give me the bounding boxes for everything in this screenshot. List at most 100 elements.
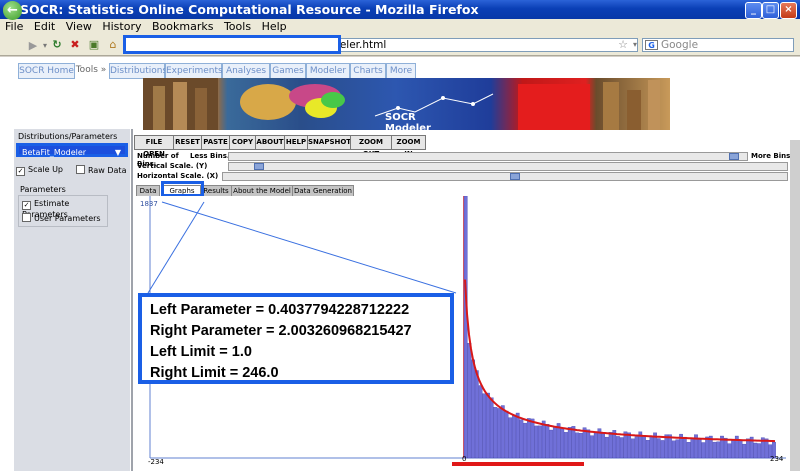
- histogram-bar: [497, 408, 501, 459]
- histogram-bar: [493, 407, 498, 459]
- search-input[interactable]: Google: [642, 38, 794, 52]
- tab-more[interactable]: More: [386, 63, 416, 79]
- histogram-bar: [634, 436, 639, 459]
- histogram-bar: [742, 443, 747, 459]
- histogram-bar: [467, 343, 472, 459]
- histogram-bar: [545, 424, 550, 459]
- stop-icon[interactable]: ✖: [68, 37, 82, 53]
- back-button[interactable]: ←: [3, 1, 22, 20]
- paste-button[interactable]: PASTE: [201, 135, 230, 150]
- histogram-bar: [601, 433, 605, 459]
- checkbox-icon: [22, 213, 31, 222]
- reload-icon[interactable]: ↻: [50, 37, 64, 53]
- tab-games[interactable]: Games: [270, 63, 306, 79]
- histogram-bar: [552, 426, 557, 459]
- histogram-bar: [645, 440, 650, 459]
- histogram-bar: [512, 414, 516, 459]
- menu-view[interactable]: View: [66, 20, 92, 33]
- horizontal-scale-thumb[interactable]: [510, 173, 520, 180]
- histogram-bar: [567, 427, 572, 459]
- tab-charts[interactable]: Charts: [350, 63, 386, 79]
- tab-experiments[interactable]: Experiments: [165, 63, 223, 79]
- forward-button[interactable]: ▶: [26, 38, 40, 54]
- histogram-bar: [482, 393, 487, 459]
- histogram-bar: [500, 405, 505, 459]
- histogram-bar: [727, 443, 732, 459]
- reset-button[interactable]: RESET: [173, 135, 202, 150]
- scale-up-checkbox[interactable]: ✓ Scale Up: [16, 165, 76, 177]
- histogram-bar: [630, 438, 635, 459]
- vertical-scrollbar[interactable]: [790, 140, 800, 471]
- tab-socr-home[interactable]: SOCR Home: [18, 63, 75, 79]
- histogram-bar: [757, 443, 761, 459]
- star-bookmark-icon[interactable]: ☆: [617, 37, 629, 53]
- histogram-bar: [690, 438, 695, 459]
- histogram-bar: [697, 439, 702, 459]
- histogram-bar: [530, 418, 535, 459]
- horizontal-scale-label: Horizontal Scale. (X): [137, 172, 219, 180]
- histogram-bar: [556, 423, 561, 459]
- snapshot-button[interactable]: SNAPSHOT: [307, 135, 351, 150]
- horizontal-scale-slider[interactable]: [222, 172, 788, 181]
- zoom-in-button[interactable]: ZOOM IN: [391, 135, 426, 158]
- home-icon[interactable]: ⌂: [106, 37, 120, 53]
- search-engine-icon[interactable]: G: [645, 40, 658, 50]
- vertical-scale-slider[interactable]: [228, 162, 788, 171]
- url-dropdown-icon[interactable]: ▾: [630, 37, 640, 53]
- minimize-button[interactable]: _: [745, 2, 762, 19]
- x-right-label: 234: [770, 455, 784, 463]
- menu-history[interactable]: History: [102, 20, 141, 33]
- callout-line: [147, 201, 205, 294]
- banner-title: SOCR Modeler: [385, 112, 431, 134]
- histogram-bar: [508, 417, 513, 459]
- user-parameters-checkbox[interactable]: User Parameters: [22, 213, 108, 224]
- tab-distributions[interactable]: Distributions: [109, 63, 167, 79]
- help-button[interactable]: HELP: [284, 135, 308, 150]
- bookmark-add-icon[interactable]: ▣: [86, 37, 102, 53]
- histogram-bar: [701, 442, 706, 459]
- scale-up-label: Scale Up: [28, 165, 63, 174]
- histogram-bar: [604, 436, 609, 459]
- vertical-scale-thumb[interactable]: [254, 163, 264, 170]
- distribution-select[interactable]: BetaFit_Modeler ▼: [16, 143, 128, 157]
- menu-bar: File Edit View History Bookmarks Tools H…: [0, 19, 800, 34]
- histogram-bar: [675, 439, 680, 459]
- about-button[interactable]: ABOUT: [255, 135, 285, 150]
- bins-slider-thumb[interactable]: [729, 153, 739, 160]
- left-parameter-text: Left Parameter = 0.4037794228712222: [150, 302, 410, 318]
- copy-button[interactable]: COPY: [229, 135, 256, 150]
- tab-modeler[interactable]: Modeler: [306, 63, 350, 79]
- histogram-bar: [593, 432, 598, 459]
- callout-line: [161, 201, 457, 294]
- estimate-parameters-checkbox[interactable]: ✓ Estimate Parameters: [22, 199, 108, 219]
- maximize-button[interactable]: □: [762, 2, 779, 19]
- menu-bookmarks[interactable]: Bookmarks: [152, 20, 213, 33]
- checkbox-icon: [76, 165, 85, 174]
- close-button[interactable]: ×: [780, 2, 797, 19]
- file-open-button[interactable]: FILE OPEN: [134, 135, 174, 158]
- menu-file[interactable]: File: [5, 20, 23, 33]
- tab-tools[interactable]: Tools »: [75, 63, 107, 77]
- split-pane-divider[interactable]: [131, 129, 133, 471]
- chevron-down-icon: ▼: [114, 148, 121, 157]
- histogram-bar: [478, 385, 483, 459]
- histogram-bar: [571, 426, 576, 459]
- raw-data-checkbox[interactable]: Raw Data: [76, 165, 131, 177]
- history-dropdown-icon[interactable]: ▾: [40, 38, 50, 54]
- histogram-bar: [723, 437, 728, 459]
- histogram-bar: [486, 392, 490, 459]
- menu-tools[interactable]: Tools: [224, 20, 251, 33]
- x-left-label: -234: [148, 458, 164, 466]
- zoom-out-button[interactable]: ZOOM OUT: [350, 135, 392, 158]
- right-limit-text: Right Limit = 246.0: [150, 365, 279, 381]
- tab-analyses[interactable]: Analyses: [222, 63, 270, 79]
- menu-help[interactable]: Help: [262, 20, 287, 33]
- parameter-annotation-box: Left Parameter = 0.4037794228712222 Righ…: [138, 293, 454, 384]
- bins-slider[interactable]: [228, 152, 748, 161]
- histogram-bar: [534, 425, 539, 459]
- histogram-bar: [627, 432, 631, 459]
- menu-edit[interactable]: Edit: [34, 20, 55, 33]
- histogram-bar: [549, 429, 553, 459]
- y-top-label: 1837: [140, 200, 158, 208]
- fitted-beta-curve: [464, 279, 776, 443]
